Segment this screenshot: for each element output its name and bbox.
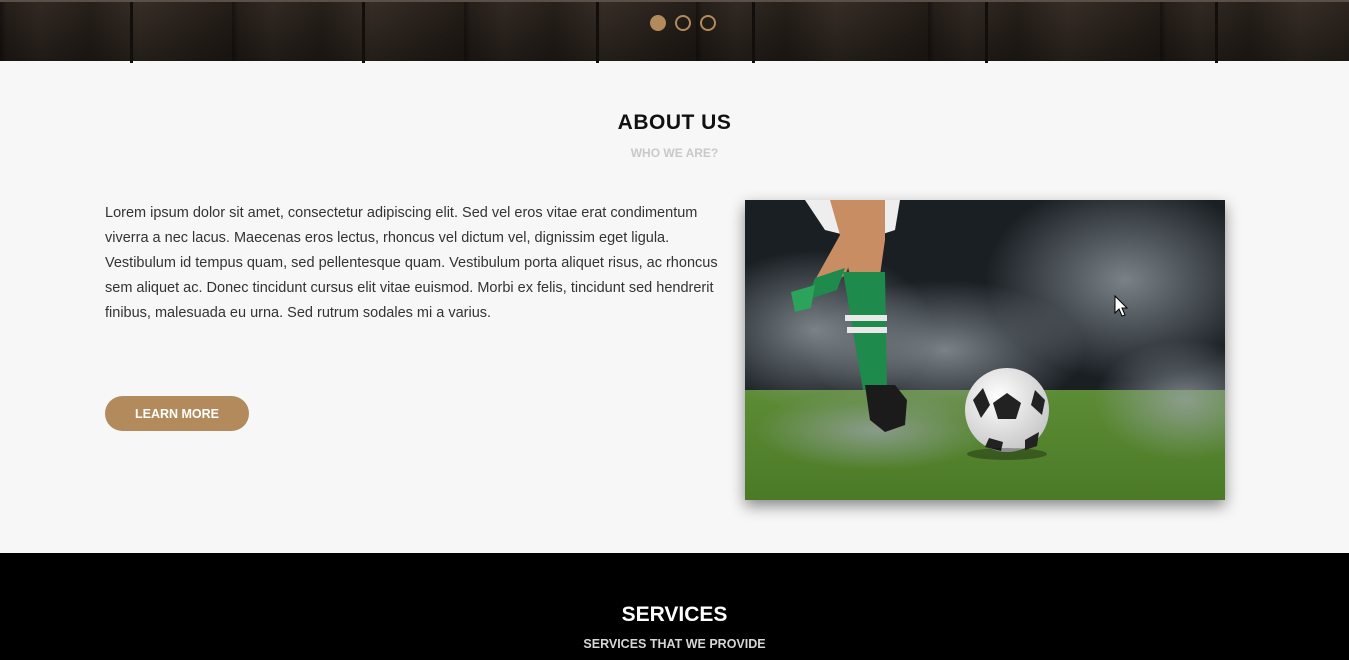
about-subtitle: WHO WE ARE?	[630, 146, 719, 160]
about-title: ABOUT US	[617, 111, 732, 134]
learn-more-button[interactable]: LEARN MORE	[105, 396, 249, 431]
soccer-player-photo	[745, 200, 1225, 500]
wood-plank-seam	[362, 2, 365, 63]
about-body-text: Lorem ipsum dolor sit amet, consectetur …	[105, 205, 718, 321]
wood-plank-seam	[985, 2, 988, 63]
wood-plank-seam	[1215, 2, 1218, 63]
services-title: SERVICES	[621, 603, 728, 626]
services-section: SERVICES SERVICES THAT WE PROVIDE	[0, 553, 1349, 660]
wood-plank-seam	[752, 2, 755, 63]
slider-pagination	[650, 15, 716, 31]
wood-plank-seam	[596, 2, 599, 63]
wood-plank-seam	[130, 2, 133, 63]
slider-dot-2[interactable]	[675, 15, 691, 31]
about-section: ABOUT US WHO WE ARE? Lorem ipsum dolor s…	[0, 61, 1349, 553]
hero-banner	[0, 0, 1349, 63]
soccer-player-image	[745, 200, 1225, 500]
slider-dot-3[interactable]	[700, 15, 716, 31]
slider-dot-1[interactable]	[650, 15, 666, 31]
services-subtitle: SERVICES THAT WE PROVIDE	[583, 637, 766, 651]
